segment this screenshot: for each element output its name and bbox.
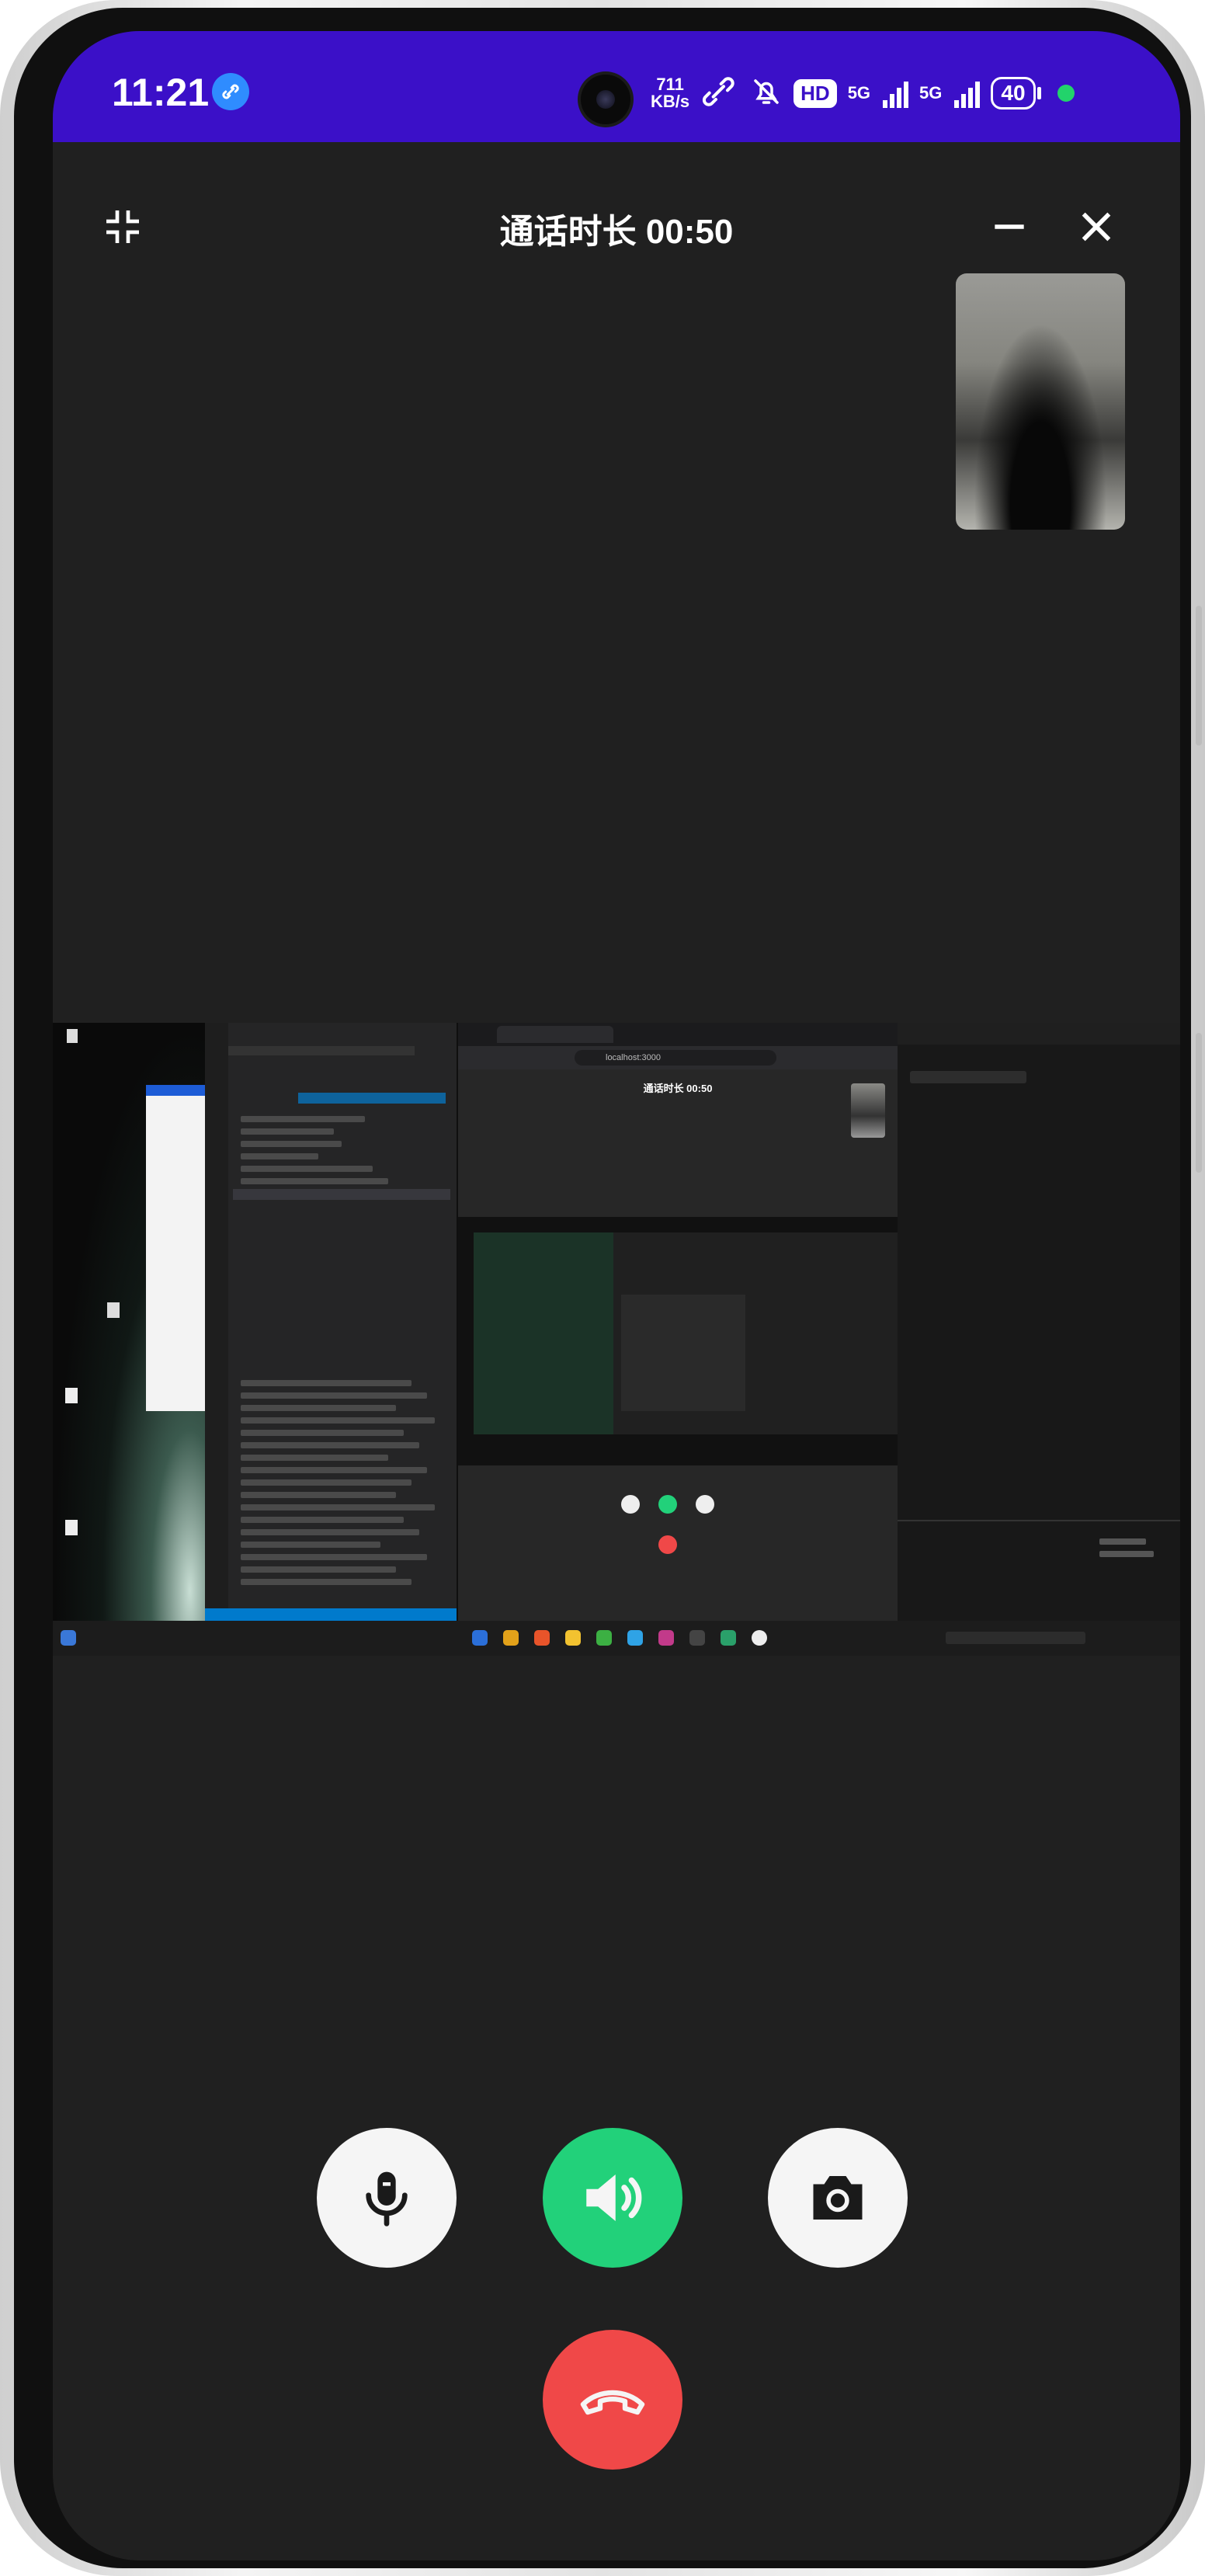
net-speed: 711 KB/s xyxy=(651,76,689,110)
nested-call-page: 通话时长 00:50 xyxy=(458,1069,898,1621)
status-bar: 11:21 711 KB/s HD 5G 5G 40 xyxy=(53,31,1180,142)
net-speed-value: 711 xyxy=(656,75,684,94)
hd-voice-badge: HD xyxy=(793,78,837,108)
signal2-label: 5G xyxy=(919,83,943,103)
speaker-button[interactable] xyxy=(543,2128,682,2268)
desktop-icon xyxy=(107,1302,120,1318)
camera-icon xyxy=(813,2176,863,2220)
remote-screen-share-video: localhost:3000 通话时长 00:50 xyxy=(53,1023,1180,1656)
net-speed-unit: KB/s xyxy=(651,92,690,111)
battery-icon: 40 xyxy=(991,77,1041,110)
minimize-icon xyxy=(995,224,1024,229)
side-button-top xyxy=(1196,606,1202,746)
browser-tab-bar xyxy=(458,1023,898,1046)
browser-address-bar: localhost:3000 xyxy=(458,1046,898,1069)
speaker-icon xyxy=(586,2174,642,2221)
phone-bezel: 11:21 711 KB/s HD 5G 5G 40 通话时长 00:50 lo… xyxy=(14,8,1191,2568)
editor-activity-bar xyxy=(205,1023,228,1621)
privacy-indicator-dot xyxy=(1057,85,1075,102)
signal2-icon xyxy=(954,78,981,108)
local-video-preview[interactable] xyxy=(956,273,1125,530)
hang-up-phone-icon xyxy=(580,2390,645,2415)
status-time: 11:21 xyxy=(112,71,210,114)
desktop-icon xyxy=(65,1388,78,1403)
shared-editor-right-pane xyxy=(898,1023,1180,1621)
signal1-icon xyxy=(883,78,909,108)
microphone-button[interactable] xyxy=(317,2128,457,2268)
front-camera xyxy=(581,75,630,124)
microphone-icon xyxy=(366,2171,408,2227)
desktop-icon xyxy=(65,1520,78,1535)
call-header: 通话时长 00:50 xyxy=(53,186,1180,264)
shared-windows-taskbar xyxy=(53,1621,1180,1656)
shared-code-editor xyxy=(205,1023,457,1621)
close-button[interactable] xyxy=(1075,205,1118,249)
close-icon xyxy=(1082,212,1111,242)
phone-screen: 11:21 711 KB/s HD 5G 5G 40 通话时长 00:50 lo… xyxy=(53,31,1180,2560)
signal1-label: 5G xyxy=(847,83,871,103)
browser-url: localhost:3000 xyxy=(575,1050,776,1066)
phone-frame: 11:21 711 KB/s HD 5G 5G 40 通话时长 00:50 lo… xyxy=(0,0,1205,2576)
desktop-icon xyxy=(67,1029,78,1043)
link-status-icon xyxy=(700,76,739,111)
minimize-button[interactable] xyxy=(988,205,1031,249)
link-icon xyxy=(212,73,249,110)
hang-up-button[interactable] xyxy=(543,2330,682,2470)
status-icons: 711 KB/s HD 5G 5G 40 xyxy=(651,70,1075,116)
side-button-bottom xyxy=(1196,1033,1202,1173)
shared-file-explorer xyxy=(146,1085,210,1411)
nested-call-title: 通话时长 00:50 xyxy=(643,1083,713,1094)
shared-browser-window: localhost:3000 通话时长 00:50 xyxy=(458,1023,898,1621)
camera-switch-button[interactable] xyxy=(768,2128,908,2268)
mute-bell-icon xyxy=(750,75,783,112)
